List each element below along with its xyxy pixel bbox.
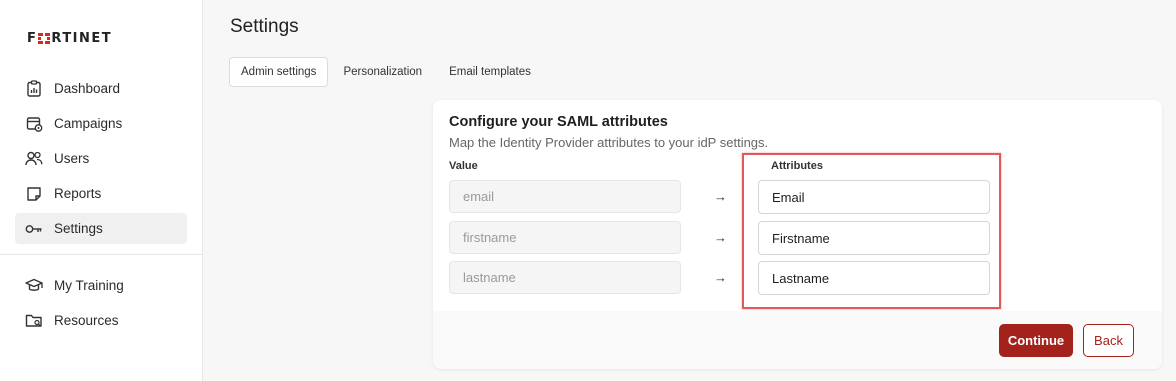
primary-nav: Dashboard Campaigns Users Reports Settin… — [15, 73, 187, 248]
tab-admin-settings[interactable]: Admin settings — [229, 57, 329, 87]
settings-tabs: Admin settings Personalization Email tem… — [229, 57, 546, 87]
sidebar-item-resources[interactable]: Resources — [15, 305, 187, 336]
sidebar-item-label: Reports — [54, 186, 102, 201]
note-icon — [24, 184, 44, 204]
arrow-right-icon: → — [714, 270, 727, 285]
saml-card-subtitle: Map the Identity Provider attributes to … — [449, 135, 769, 150]
secondary-nav: My Training Resources — [15, 270, 187, 340]
logo-grid-mark — [38, 32, 51, 44]
users-icon — [24, 149, 44, 169]
sidebar: F RTINET Dashboard Campaigns Users Repor… — [0, 0, 203, 381]
logo-letter-f: F — [27, 30, 38, 46]
value-field-email: email — [449, 180, 681, 213]
sidebar-item-label: Users — [54, 151, 90, 166]
tab-email-templates[interactable]: Email templates — [437, 57, 543, 87]
sidebar-item-reports[interactable]: Reports — [15, 178, 187, 209]
sidebar-item-label: Campaigns — [54, 116, 123, 131]
logo-letters-rtinet: RTINET — [51, 30, 113, 46]
clipboard-chart-icon — [24, 79, 44, 99]
attribute-input-lastname[interactable]: Lastname — [758, 261, 990, 295]
fortinet-logo[interactable]: F RTINET — [27, 30, 113, 46]
sidebar-item-label: Resources — [54, 313, 119, 328]
saml-card-title: Configure your SAML attributes — [449, 114, 668, 130]
folder-search-icon — [24, 311, 44, 331]
key-icon — [24, 219, 44, 239]
graduation-cap-icon — [24, 276, 44, 296]
sidebar-item-label: My Training — [54, 278, 124, 293]
back-button[interactable]: Back — [1083, 324, 1134, 357]
value-field-firstname: firstname — [449, 221, 681, 254]
sidebar-item-dashboard[interactable]: Dashboard — [15, 73, 187, 104]
value-column-header: Value — [449, 160, 478, 172]
value-field-lastname: lastname — [449, 261, 681, 294]
card-footer: Continue Back — [433, 311, 1162, 369]
arrow-right-icon: → — [714, 189, 727, 204]
sidebar-item-label: Settings — [54, 221, 103, 236]
attribute-input-firstname[interactable]: Firstname — [758, 221, 990, 255]
saml-attributes-card: Configure your SAML attributes Map the I… — [433, 100, 1162, 369]
sidebar-item-campaigns[interactable]: Campaigns — [15, 108, 187, 139]
arrow-right-icon: → — [714, 230, 727, 245]
attributes-column-header: Attributes — [771, 160, 823, 172]
sidebar-item-settings[interactable]: Settings — [15, 213, 187, 244]
continue-button[interactable]: Continue — [999, 324, 1073, 357]
main-content: Settings Admin settings Personalization … — [204, 0, 1176, 381]
sidebar-item-my-training[interactable]: My Training — [15, 270, 187, 301]
tab-personalization[interactable]: Personalization — [331, 57, 434, 87]
sidebar-divider — [0, 254, 203, 255]
sidebar-item-label: Dashboard — [54, 81, 121, 96]
sidebar-item-users[interactable]: Users — [15, 143, 187, 174]
attribute-input-email[interactable]: Email — [758, 180, 990, 214]
calendar-gear-icon — [24, 114, 44, 134]
page-title: Settings — [230, 16, 299, 37]
